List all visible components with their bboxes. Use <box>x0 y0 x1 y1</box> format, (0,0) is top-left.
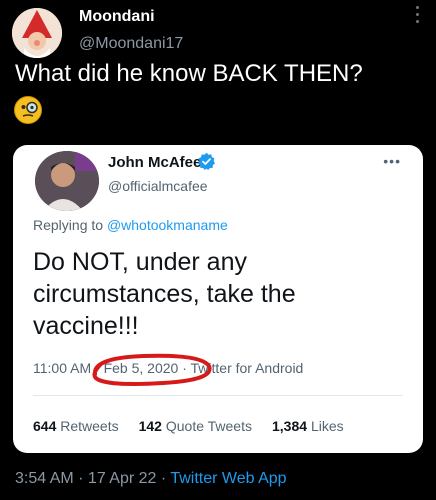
reply-mention-link[interactable]: @whotookmaname <box>107 217 228 233</box>
quoted-tweet-text: Do NOT, under any circumstances, take th… <box>33 248 296 340</box>
portrait-avatar-icon <box>35 151 99 211</box>
quote-tweets-stat[interactable]: 142 Quote Tweets <box>139 418 252 434</box>
likes-label: Likes <box>310 418 344 434</box>
quoted-tweet-card[interactable]: John McAfee @officialmcafee ••• Replying… <box>13 145 423 453</box>
verified-badge-icon <box>197 152 216 171</box>
more-options-icon[interactable] <box>416 6 422 23</box>
retweets-label: Retweets <box>60 418 119 434</box>
retweets-stat[interactable]: 644 Retweets <box>33 418 119 434</box>
author-handle[interactable]: @Moondani17 <box>79 35 183 53</box>
quoted-author-avatar[interactable] <box>35 151 99 211</box>
retweets-count: 644 <box>33 418 57 434</box>
quote-tweets-count: 142 <box>138 418 162 434</box>
tweet-text: What did he know BACK THEN? <box>15 60 363 87</box>
replying-to-label: Replying to <box>33 217 107 233</box>
monocle-face-emoji-icon <box>14 96 42 124</box>
author-display-name[interactable]: Moondani <box>79 8 155 26</box>
likes-stat[interactable]: 1,384 Likes <box>272 418 344 434</box>
engagement-stats: 644 Retweets 142 Quote Tweets 1,384 Likes <box>33 418 344 434</box>
likes-count: 1,384 <box>272 418 308 434</box>
source-app-link[interactable]: Twitter Web App <box>170 470 286 487</box>
red-circle-annotation-icon <box>92 353 212 386</box>
tweet-timestamp: 3:54 AM · 17 Apr 22 · Twitter Web App <box>15 470 287 488</box>
quoted-author-handle[interactable]: @officialmcafee <box>108 178 208 194</box>
timestamp-text[interactable]: 3:54 AM · 17 Apr 22 · <box>15 470 170 487</box>
gnome-avatar-icon <box>12 8 62 58</box>
quoted-author-name[interactable]: John McAfee <box>108 154 201 171</box>
user-avatar[interactable] <box>12 8 62 58</box>
divider <box>33 395 403 396</box>
quote-tweets-label: Quote Tweets <box>165 418 252 434</box>
card-more-options-icon[interactable]: ••• <box>383 153 401 169</box>
replying-to-line: Replying to @whotookmaname <box>33 217 228 233</box>
